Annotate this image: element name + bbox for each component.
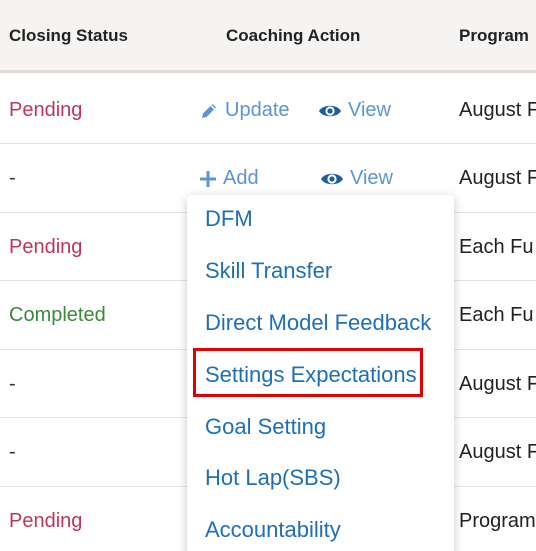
closing-status-cell: - <box>9 167 16 189</box>
pencil-icon <box>199 101 219 121</box>
program-cell: Each Fu <box>459 304 534 326</box>
coaching-table-screen: Closing Status Coaching Action Program P… <box>0 0 536 551</box>
view-label: View <box>348 99 391 121</box>
closing-status-cell: - <box>9 441 16 463</box>
menu-item-accountability[interactable]: Accountability <box>205 517 341 543</box>
program-cell: Program <box>459 510 536 532</box>
program-cell: August F <box>459 373 536 395</box>
update-button[interactable]: Update <box>199 99 290 122</box>
program-cell: Each Fu <box>459 236 534 258</box>
closing-status-cell: Pending <box>9 99 83 121</box>
program-cell: August F <box>459 167 536 189</box>
menu-item-skill-transfer[interactable]: Skill Transfer <box>205 258 332 284</box>
closing-status-cell: Pending <box>9 510 83 532</box>
header-closing-status: Closing Status <box>9 26 129 45</box>
closing-status-cell: Pending <box>9 236 83 258</box>
table-header: Closing Status Coaching Action Program <box>0 0 536 73</box>
view-button[interactable]: View <box>318 99 391 122</box>
header-coaching-action: Coaching Action <box>226 26 361 45</box>
table-row: Pending Update View August F <box>0 73 536 144</box>
program-cell: August F <box>459 99 536 121</box>
closing-status-cell: Completed <box>9 304 106 326</box>
highlight-box <box>193 348 423 397</box>
menu-item-direct-model-feedback[interactable]: Direct Model Feedback <box>205 310 431 336</box>
eye-icon <box>320 170 344 188</box>
menu-item-hot-lap[interactable]: Hot Lap(SBS) <box>205 465 341 491</box>
menu-item-dfm[interactable]: DFM <box>205 206 253 232</box>
eye-icon <box>318 102 342 120</box>
header-program: Program <box>459 26 529 45</box>
program-cell: August F <box>459 441 536 463</box>
closing-status-cell: - <box>9 373 16 395</box>
plus-icon <box>199 170 217 188</box>
add-label: Add <box>223 167 259 189</box>
menu-item-goal-setting[interactable]: Goal Setting <box>205 414 326 440</box>
update-label: Update <box>225 99 290 121</box>
add-button[interactable]: Add <box>199 167 259 190</box>
view-label: View <box>350 167 393 189</box>
view-button[interactable]: View <box>320 167 393 190</box>
